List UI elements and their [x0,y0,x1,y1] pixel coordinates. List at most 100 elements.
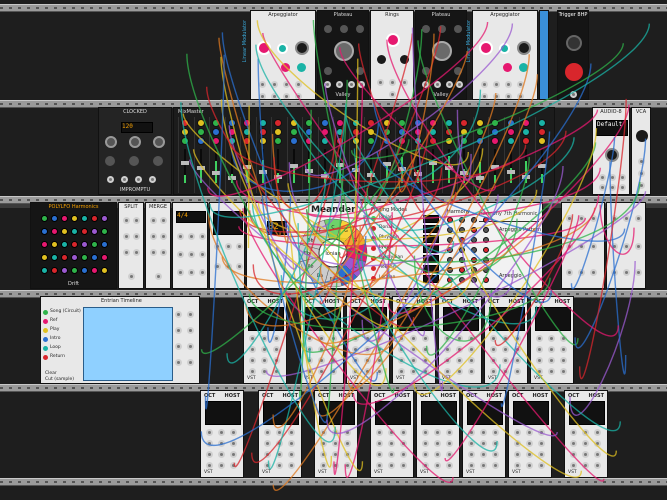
jack[interactable] [123,217,130,224]
channel-knob[interactable] [367,137,375,145]
jack[interactable] [352,368,359,375]
lfo-knob[interactable] [71,267,78,274]
jack[interactable] [456,346,463,353]
jack[interactable] [422,429,429,436]
jack[interactable] [188,269,195,276]
plugin-display[interactable] [513,401,549,425]
jack[interactable] [456,81,463,88]
timeline-track[interactable]: Song (Circuit) [43,309,83,317]
meander-control[interactable] [471,227,477,233]
meander-control[interactable] [471,237,477,243]
channel-knob[interactable] [320,128,329,136]
jack[interactable] [133,249,140,256]
knob[interactable] [356,25,364,33]
fader-handle[interactable] [274,175,282,179]
jack[interactable] [480,451,487,458]
jack[interactable] [502,368,509,375]
jack[interactable] [609,174,616,181]
channel-knob[interactable] [537,128,546,136]
jack[interactable] [206,429,213,436]
jack[interactable] [330,346,337,353]
channel-knob[interactable] [320,119,329,127]
jack[interactable] [623,243,630,250]
frequency-knob[interactable] [386,33,400,47]
channel-knob[interactable] [537,137,546,145]
jack[interactable] [400,429,407,436]
knob[interactable] [566,35,582,51]
jack[interactable] [128,273,135,280]
mode-led[interactable] [371,246,376,251]
meander-control[interactable] [447,227,453,233]
jack[interactable] [318,368,325,375]
channel-knob[interactable] [460,119,468,127]
jack[interactable] [609,184,616,191]
jack[interactable] [273,335,280,342]
jack[interactable] [175,343,182,350]
jack[interactable] [230,440,237,447]
jack[interactable] [590,269,597,276]
jack[interactable] [446,429,453,436]
jack[interactable] [635,243,642,250]
jack[interactable] [188,233,195,240]
jack[interactable] [619,174,626,181]
jack[interactable] [505,81,512,88]
fader-handle[interactable] [243,165,251,169]
position-knob[interactable] [277,43,288,54]
lfo-knob[interactable] [61,228,68,235]
lfo-knob[interactable] [91,241,98,248]
channel-knob[interactable] [413,128,422,136]
plugin-display[interactable] [535,307,571,331]
lfo-knob[interactable] [81,254,88,261]
jack[interactable] [619,184,626,191]
jack[interactable] [288,440,295,447]
meander-control[interactable] [483,257,489,263]
channel-knob[interactable] [196,119,205,127]
jack[interactable] [177,251,184,258]
jack[interactable] [389,91,396,98]
jack[interactable] [548,357,555,364]
knob[interactable] [129,136,141,148]
channel-knob[interactable] [367,128,375,136]
meander-control[interactable] [459,277,465,283]
fader-handle[interactable] [398,167,406,171]
jack[interactable] [560,335,567,342]
jack[interactable] [320,451,327,458]
fader-handle[interactable] [460,171,468,175]
jack[interactable] [422,357,429,364]
jack[interactable] [150,233,157,240]
meander-control[interactable] [483,267,489,273]
jack[interactable] [160,249,167,256]
jack[interactable] [199,251,206,258]
lfo-knob[interactable] [51,267,58,274]
jack[interactable] [376,440,383,447]
jack[interactable] [352,346,359,353]
channel-knob[interactable] [289,128,298,136]
mode-led[interactable] [371,266,376,271]
jack[interactable] [638,182,645,189]
mode-led[interactable] [371,256,376,261]
meander-tab[interactable]: Harmony [447,209,470,215]
channel-knob[interactable] [460,128,468,136]
jack[interactable] [188,251,195,258]
jack[interactable] [259,81,266,88]
jack[interactable] [410,346,417,353]
jack[interactable] [566,215,573,222]
lfo-knob[interactable] [41,241,48,248]
channel-knob[interactable] [351,119,360,127]
jack[interactable] [422,368,429,375]
knob[interactable] [438,25,446,33]
jack[interactable] [135,176,142,183]
jack[interactable] [400,440,407,447]
timeline-display[interactable] [83,307,173,381]
jack[interactable] [410,335,417,342]
jack[interactable] [548,335,555,342]
channel-knob[interactable] [413,119,422,127]
jack[interactable] [599,184,606,191]
lfo-knob[interactable] [71,228,78,235]
jack[interactable] [536,335,543,342]
jack[interactable] [514,451,521,458]
jack[interactable] [638,158,645,165]
channel-knob[interactable] [398,128,406,136]
jack[interactable] [599,174,606,181]
jack[interactable] [582,429,589,436]
